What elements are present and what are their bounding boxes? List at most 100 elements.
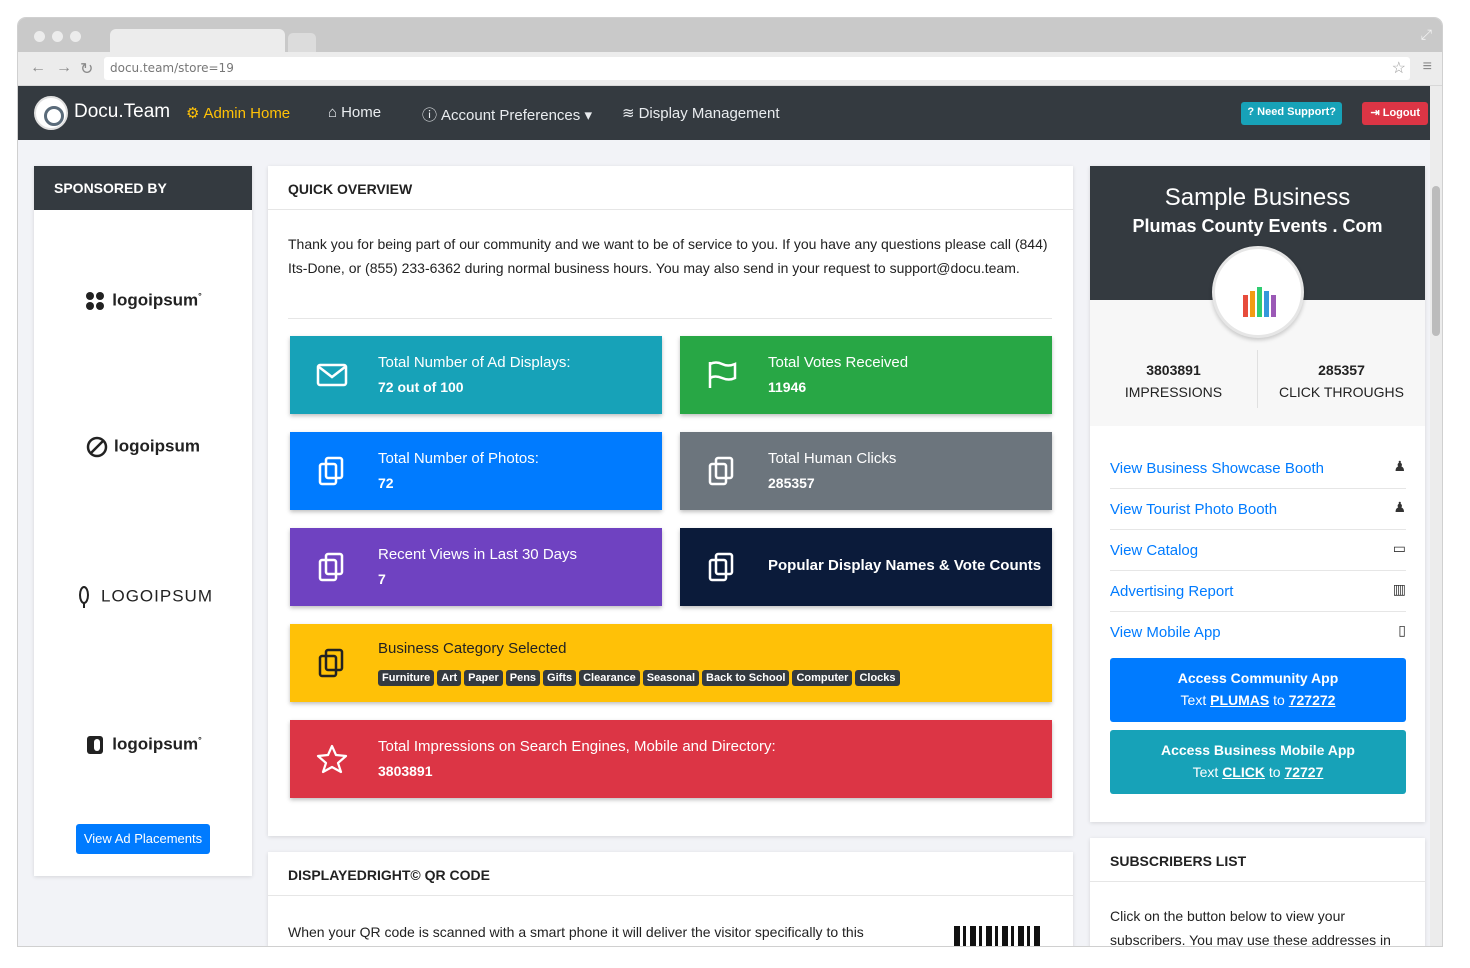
tile-total-impressions[interactable]: Total Impressions on Search Engines, Mob… (290, 720, 1052, 798)
divider (288, 318, 1052, 319)
logo-mark-icon (79, 586, 90, 608)
logout-button[interactable]: ⇥ Logout (1362, 102, 1428, 125)
logo-mark-icon (86, 292, 105, 310)
access-business-mobile-app-button[interactable]: Access Business Mobile App Text CLICK to… (1110, 730, 1406, 794)
window-maximize-dot[interactable] (70, 31, 81, 42)
tile-human-clicks[interactable]: Total Human Clicks 285357 (680, 432, 1052, 510)
link-business-showcase-booth[interactable]: View Business Showcase Booth ♟ (1110, 448, 1406, 489)
star-icon (316, 744, 348, 774)
fullscreen-icon[interactable]: ⤢ (1421, 26, 1432, 43)
scrollbar-thumb[interactable] (1432, 186, 1440, 336)
business-subtitle: Plumas County Events . Com (1132, 216, 1383, 236)
quick-overview-title: QUICK OVERVIEW (268, 166, 1073, 210)
category-tags: Furniture Art Paper Pens Gifts Clearance Seaso… (378, 668, 903, 686)
copy-icon (708, 552, 734, 582)
category-tag: Back to School (702, 670, 790, 686)
copy-icon (318, 552, 344, 582)
overview-intro-text: Thank you for being part of our communit… (288, 236, 1048, 276)
copy-icon (318, 456, 344, 486)
reload-icon[interactable]: ↻ (80, 59, 93, 79)
window-minimize-dot[interactable] (52, 31, 63, 42)
tile-recent-views[interactable]: Recent Views in Last 30 Days 7 (290, 528, 662, 606)
browser-tab[interactable] (110, 29, 285, 54)
subscribers-card: SUBSCRIBERS LIST Click on the button bel… (1090, 838, 1425, 946)
brand-logo[interactable] (34, 96, 68, 130)
category-tag: Seasonal (642, 670, 700, 686)
link-view-mobile-app[interactable]: View Mobile App ▯ (1110, 612, 1406, 653)
qr-code-image[interactable] (954, 926, 1042, 946)
need-support-button[interactable]: ? Need Support? (1241, 102, 1342, 125)
logo-mark-icon (87, 736, 104, 754)
logo-mark-icon (86, 436, 108, 458)
impressions-stat: 3803891 IMPRESSIONS (1124, 362, 1223, 400)
sponsor-logo[interactable]: logoipsum° (34, 290, 252, 312)
brand-name[interactable]: Docu.Team (74, 101, 170, 123)
subscribers-text: Click on the button below to view your s… (1110, 908, 1391, 946)
url-input[interactable]: docu.team/store=19 (104, 57, 1410, 80)
nav-home[interactable]: ⌂ Home (328, 104, 381, 121)
category-tag: Gifts (543, 670, 577, 686)
copy-icon (318, 648, 344, 678)
tile-ad-displays[interactable]: Total Number of Ad Displays: 72 out of 1… (290, 336, 662, 414)
nav-admin-home[interactable]: ⚙ Admin Home (186, 104, 290, 122)
tile-photos[interactable]: Total Number of Photos: 72 (290, 432, 662, 510)
logout-icon: ⇥ (1370, 107, 1383, 119)
mobile-icon: ▯ (1398, 622, 1406, 638)
business-name: Sample Business (1164, 184, 1351, 211)
person-icon: ♟ (1393, 499, 1406, 515)
nav-account-preferences[interactable]: ⓘ Account Preferences ▾ (422, 104, 592, 125)
business-avatar[interactable] (1212, 246, 1304, 338)
sponsor-card: SPONSORED BY logoipsum° logoipsum LOGOIP… (34, 166, 252, 876)
sponsor-title: SPONSORED BY (34, 166, 252, 210)
page-scrollbar[interactable] (1430, 86, 1442, 946)
browser-menu-icon[interactable]: ≡ (1423, 58, 1432, 76)
business-card: Sample Business Plumas County Events . C… (1090, 166, 1425, 822)
sponsor-logo[interactable]: LOGOIPSUM (34, 586, 252, 608)
category-tag: Computer (792, 670, 853, 686)
qr-code-card: DISPLAYEDRIGHT© QR CODE When your QR cod… (268, 852, 1073, 946)
gears-icon: ⚙ (186, 105, 200, 122)
click-throughs-stat: 285357 CLICK THROUGHS (1279, 362, 1404, 400)
view-ad-placements-button[interactable]: View Ad Placements (76, 824, 210, 854)
category-tag: Art (437, 670, 462, 686)
new-tab-button[interactable] (288, 33, 316, 53)
person-icon: ♟ (1393, 458, 1406, 474)
back-icon[interactable]: ← (30, 59, 46, 77)
category-tag: Pens (505, 670, 541, 686)
link-advertising-report[interactable]: Advertising Report ▥ (1110, 571, 1406, 612)
tile-votes[interactable]: Total Votes Received 11946 (680, 336, 1052, 414)
sponsor-logo[interactable]: logoipsum (34, 436, 252, 458)
subscribers-title: SUBSCRIBERS LIST (1090, 838, 1425, 882)
flag-icon (708, 361, 737, 388)
envelope-icon (316, 363, 348, 387)
category-tag: Clearance (579, 670, 640, 686)
layers-icon: ≋ (622, 105, 635, 122)
quick-overview-card: QUICK OVERVIEW Thank you for being part … (268, 166, 1073, 836)
access-community-app-button[interactable]: Access Community App Text PLUMAS to 7272… (1110, 658, 1406, 722)
tile-popular-display-names[interactable]: Popular Display Names & Vote Counts (680, 528, 1052, 606)
browser-tabstrip: ⤢ (18, 18, 1442, 54)
question-icon: ? (1247, 106, 1258, 118)
copy-icon (708, 456, 734, 486)
link-view-catalog[interactable]: View Catalog ▭ (1110, 530, 1406, 571)
store-icon: ▭ (1392, 540, 1406, 556)
home-icon: ⌂ (328, 104, 338, 121)
nav-display-management[interactable]: ≋ Display Management (622, 104, 779, 122)
qr-code-title: DISPLAYEDRIGHT© QR CODE (268, 852, 1073, 896)
info-icon: ⓘ (422, 107, 438, 124)
link-tourist-photo-booth[interactable]: View Tourist Photo Booth ♟ (1110, 489, 1406, 530)
chart-icon: ▥ (1392, 581, 1406, 597)
window-close-dot[interactable] (34, 31, 45, 42)
category-tag: Clocks (855, 670, 900, 686)
browser-window: ⤢ ← → ↻ docu.team/store=19 ☆ ≡ Docu.Team… (18, 18, 1442, 946)
tile-business-category[interactable]: Business Category Selected Furniture Art P… (290, 624, 1052, 702)
top-navbar: Docu.Team ⚙ Admin Home ⌂ Home ⓘ Account Pre… (18, 86, 1442, 140)
category-tag: Paper (464, 670, 503, 686)
address-bar: ← → ↻ docu.team/store=19 ☆ ≡ (18, 52, 1442, 86)
bookmark-star-icon[interactable]: ☆ (1392, 58, 1406, 78)
sponsor-logo[interactable]: logoipsum° (34, 734, 252, 756)
caret-down-icon: ▾ (584, 107, 592, 124)
qr-code-text: When your QR code is scanned with a smar… (288, 924, 864, 940)
forward-icon[interactable]: → (56, 59, 72, 77)
category-tag: Furniture (378, 670, 435, 686)
